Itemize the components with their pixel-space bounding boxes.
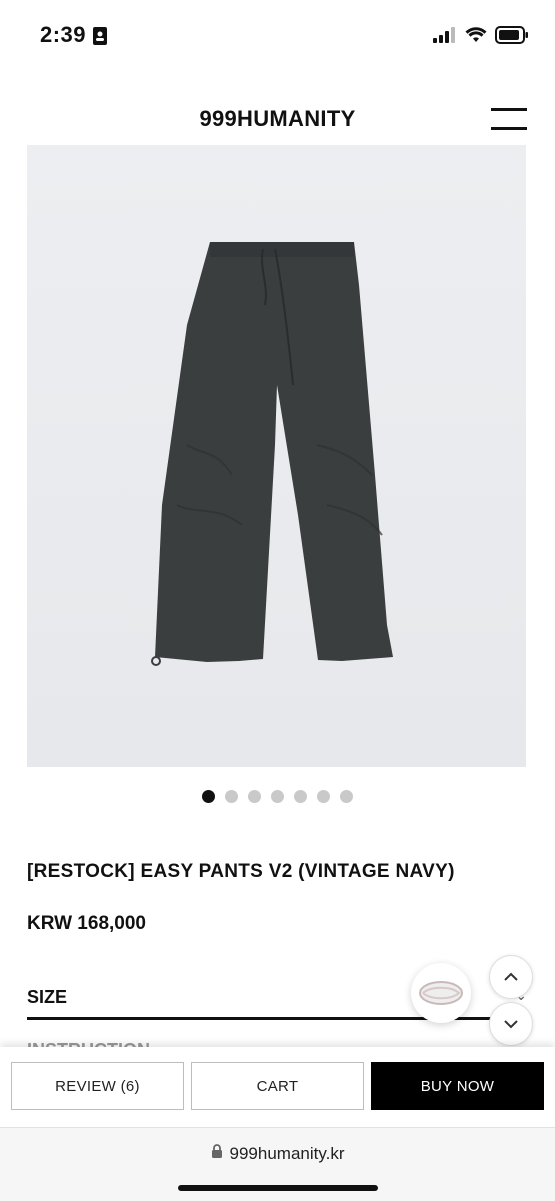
status-bar: 2:39 xyxy=(0,0,555,72)
carousel-dot[interactable] xyxy=(340,790,353,803)
brand-logo[interactable]: 999HUMANITY xyxy=(0,106,555,132)
home-indicator xyxy=(178,1185,378,1191)
site-header: 999HUMANITY xyxy=(0,92,555,144)
browser-url-bar[interactable]: 999humanity.kr xyxy=(0,1127,555,1201)
id-card-icon xyxy=(93,27,107,50)
buy-now-button[interactable]: BUY NOW xyxy=(371,1062,544,1110)
cart-button[interactable]: CART xyxy=(191,1062,364,1110)
carousel-dots xyxy=(0,790,555,803)
url-text[interactable]: 999humanity.kr xyxy=(230,1144,345,1164)
action-bar: REVIEW (6) CART BUY NOW xyxy=(0,1047,555,1127)
chevron-down-icon xyxy=(504,1020,518,1029)
battery-icon xyxy=(495,26,529,49)
hamburger-menu-icon[interactable] xyxy=(491,108,527,130)
scroll-down-button[interactable] xyxy=(489,1002,533,1046)
signal-icon xyxy=(433,27,457,48)
chevron-up-icon xyxy=(504,972,518,981)
carousel-dot[interactable] xyxy=(294,790,307,803)
size-label: SIZE xyxy=(27,987,68,1007)
carousel-dot[interactable] xyxy=(202,790,215,803)
carousel-dot[interactable] xyxy=(225,790,238,803)
carousel-dot[interactable] xyxy=(317,790,330,803)
carousel-dot[interactable] xyxy=(271,790,284,803)
product-title: [RESTOCK] EASY PANTS V2 (VINTAGE NAVY) xyxy=(27,861,455,882)
lock-icon xyxy=(211,1144,223,1164)
floating-product-thumbnail[interactable] xyxy=(411,963,471,1023)
carousel-dot[interactable] xyxy=(248,790,261,803)
wifi-icon xyxy=(465,27,487,48)
product-image[interactable] xyxy=(27,145,526,767)
product-price: KRW 168,000 xyxy=(27,913,146,934)
status-time: 2:39 xyxy=(40,22,87,47)
review-button[interactable]: REVIEW (6) xyxy=(11,1062,184,1110)
scroll-up-button[interactable] xyxy=(489,955,533,999)
